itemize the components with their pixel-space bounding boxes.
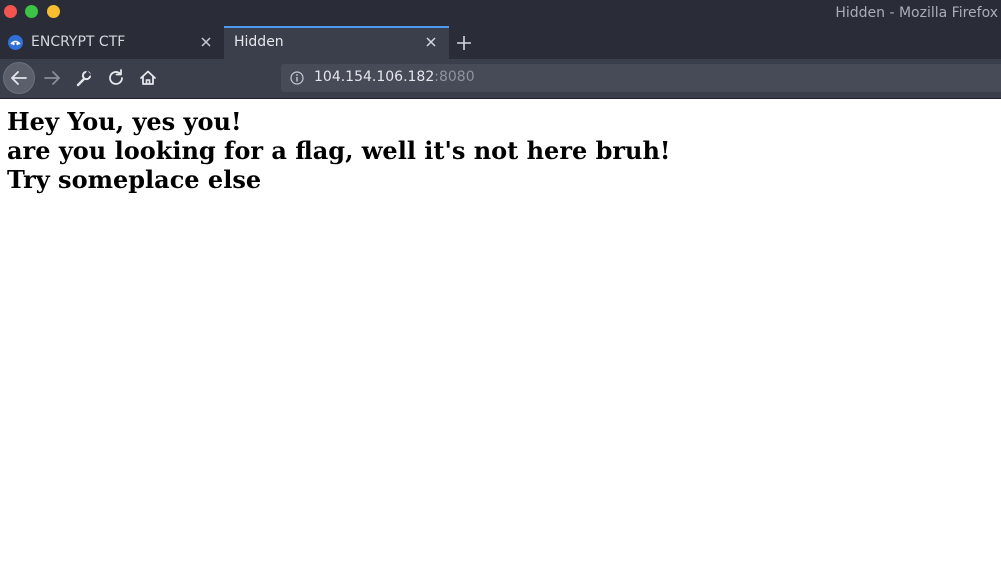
navigation-bar: 104.154.106.182:8080 (0, 59, 1001, 99)
window-close-button[interactable] (4, 5, 17, 18)
browser-window: Hidden - Mozilla Firefox ENCRYPT CTF Hid… (0, 0, 1001, 583)
url-port: :8080 (434, 69, 475, 85)
tab-hidden[interactable]: Hidden (224, 26, 449, 59)
tab-strip: ENCRYPT CTF Hidden (0, 26, 1001, 59)
reload-button[interactable] (101, 63, 131, 93)
tab-label: ENCRYPT CTF (31, 34, 126, 50)
url-bar[interactable]: 104.154.106.182:8080 (281, 64, 1001, 92)
arrow-left-icon (11, 71, 27, 85)
window-maximize-button[interactable] (25, 5, 38, 18)
title-bar: Hidden - Mozilla Firefox (0, 0, 1001, 26)
forward-button[interactable] (37, 63, 67, 93)
heading-line-3: Try someplace else (7, 165, 262, 194)
site-info-icon[interactable] (290, 71, 304, 85)
close-icon[interactable] (424, 35, 438, 49)
page-content: Hey You, yes you! are you looking for a … (0, 99, 1001, 583)
new-tab-plus-icon[interactable] (455, 34, 473, 52)
url-host: 104.154.106.182 (314, 69, 435, 85)
tab-label: Hidden (234, 34, 284, 50)
window-title: Hidden - Mozilla Firefox (835, 5, 998, 21)
page-heading: Hey You, yes you! are you looking for a … (7, 107, 670, 194)
window-minimize-button[interactable] (47, 5, 60, 18)
reload-icon (109, 69, 123, 85)
ctf-favicon-icon (8, 35, 23, 50)
wrench-icon (76, 70, 92, 87)
close-icon[interactable] (199, 35, 213, 49)
arrow-right-icon (44, 71, 60, 85)
url-text: 104.154.106.182:8080 (314, 69, 475, 85)
tab-encrypt-ctf[interactable]: ENCRYPT CTF (0, 26, 224, 59)
home-icon (140, 70, 156, 85)
developer-tools-button[interactable] (69, 63, 99, 93)
heading-line-2: are you looking for a flag, well it's no… (7, 136, 671, 165)
heading-line-1: Hey You, yes you! (7, 107, 242, 136)
back-button[interactable] (3, 62, 35, 94)
home-button[interactable] (133, 63, 163, 93)
